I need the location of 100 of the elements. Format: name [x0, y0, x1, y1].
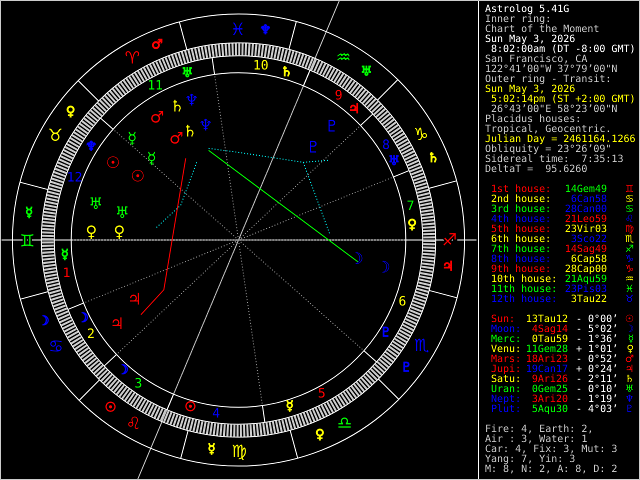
house-number: 6: [398, 294, 406, 310]
planet-glyph: ♃: [110, 314, 124, 333]
zodiac-sign-glyph: ♑: [625, 265, 634, 275]
planet-position: 4Sag14: [530, 325, 568, 335]
zodiac-sign-glyph: ♊: [625, 185, 634, 195]
info-line: Chart of the Moment: [485, 25, 600, 35]
planet-position: 18Ari23: [524, 355, 568, 365]
house-label: 10th house:: [491, 275, 558, 285]
house-cusp: 3Sco22: [570, 235, 607, 245]
planet-glyph: ♆: [198, 116, 213, 135]
planet-latitude: - 1°36’: [576, 335, 620, 345]
zodiac-sign-glyph: ♏: [625, 235, 634, 245]
planet-name: Satu:: [491, 375, 522, 385]
planet-glyph: ☉: [130, 166, 145, 186]
ruler-glyph: ♅: [388, 154, 400, 169]
house-number: 4: [212, 406, 220, 422]
planet-glyph: ♇: [324, 116, 340, 136]
planet-glyph: ☽: [625, 325, 634, 335]
planet-glyph: ♅: [115, 202, 130, 222]
planet-position: 5Aqu30: [530, 405, 568, 415]
ruler-glyph: ☿: [208, 442, 216, 457]
summary-line: Car: 4, Fix: 3, Mut: 3: [485, 445, 618, 455]
zodiac-sign-glyph: ♓: [625, 285, 634, 295]
planet-name: Uran:: [491, 385, 522, 395]
info-line: Astrolog 5.41G: [485, 5, 570, 15]
planet-glyph: ♃: [127, 290, 142, 308]
planet-name: Jupi:: [491, 365, 522, 375]
planet-name: Mars:: [491, 355, 522, 365]
house-cusp: 6Can58: [570, 195, 607, 205]
planet-glyph: ☿: [146, 148, 157, 168]
ruler-glyph: ♄: [428, 151, 440, 166]
planet-glyph: ♇: [306, 137, 320, 156]
house-label: 3rd house:: [491, 205, 552, 215]
planet-latitude: - 1°19’: [576, 395, 620, 405]
planet-name: Merc:: [491, 335, 522, 345]
planet-name: Moon:: [491, 325, 522, 335]
zodiac-sign-glyph: ♒: [336, 46, 352, 67]
house-number: 11: [147, 78, 163, 94]
planet-glyph: ☽: [349, 249, 364, 268]
info-line: 122°41’00"W 37°79’00"N: [485, 65, 618, 75]
planet-glyph: ♆: [184, 90, 199, 110]
zodiac-sign-glyph: ♒: [625, 275, 634, 285]
planet-glyph: ♀: [113, 222, 126, 242]
ruler-glyph: ♀: [407, 218, 417, 233]
house-label: 5th house:: [491, 225, 552, 235]
house-cusp: 6Cap58: [570, 255, 607, 265]
summary-line: Air : 3, Water: 1: [485, 435, 588, 445]
house-label: 4th house:: [491, 215, 552, 225]
ruler-glyph: ☿: [25, 206, 34, 221]
ruler-glyph: ♀: [315, 427, 325, 442]
ruler-glyph: ♆: [260, 23, 272, 38]
zodiac-sign-glyph: ♑: [413, 124, 429, 144]
house-cusp: 28Cap00: [564, 265, 607, 275]
planet-name: Sun:: [491, 315, 516, 325]
zodiac-sign-glyph: ♍: [232, 441, 247, 462]
planet-glyph: ♇: [625, 405, 634, 415]
planet-position: 0Tau59: [532, 335, 568, 345]
info-line: 26°43’00"E 58°23’00"N: [491, 105, 618, 115]
ruler-glyph: ♆: [85, 139, 98, 154]
planet-glyph: ♂: [625, 355, 634, 365]
zodiac-sign-glyph: ♌: [126, 413, 142, 434]
house-cusp: 23Vir03: [564, 225, 607, 235]
planet-glyph: ☽: [376, 258, 391, 277]
house-cusp: 23Pis03: [564, 285, 607, 295]
house-number: 3: [134, 376, 142, 392]
planet-position: 13Tau12: [524, 315, 568, 325]
planet-latitude: - 0°10’: [576, 385, 620, 395]
ruler-glyph: ♇: [400, 360, 412, 376]
house-cusp: 3Tau22: [570, 295, 607, 305]
house-number: 8: [382, 138, 390, 153]
summary-line: Yang: 7, Yin: 3: [485, 455, 576, 465]
planet-glyph: ♂: [169, 128, 184, 148]
info-line: Tropical, Geocentric.: [485, 125, 612, 135]
planet-latitude: - 4°03’: [576, 405, 620, 415]
planet-name: Venu:: [491, 345, 522, 355]
planet-position: 9Ari26: [530, 375, 568, 385]
planet-glyph: ♄: [182, 121, 198, 140]
house-cusp: 21Leo59: [564, 215, 607, 225]
ruler-glyph: ☽: [117, 362, 129, 378]
planet-latitude: - 0°52’: [576, 355, 620, 365]
house-number: 5: [318, 386, 326, 402]
planet-position: 19Can17: [524, 365, 568, 375]
planet-glyph: ☿: [127, 128, 138, 148]
info-line: Outer ring - Transit:: [485, 75, 612, 85]
info-line: Inner ring:: [485, 15, 552, 25]
zodiac-sign-glyph: ♎: [337, 412, 352, 432]
zodiac-sign-glyph: ♉: [48, 125, 63, 146]
planet-position: 11Gem28: [524, 345, 568, 355]
planet-latitude: - 2°11’: [576, 375, 620, 385]
zodiac-sign-glyph: ♋: [48, 336, 64, 356]
ruler-glyph: ☿: [286, 399, 294, 414]
ruler-glyph: ♅: [360, 64, 372, 80]
planet-position: 0Gem25: [530, 385, 568, 395]
zodiac-sign-glyph: ♌: [625, 215, 634, 225]
info-line: Sun May 3, 2026: [485, 85, 576, 95]
ruler-glyph: ♄: [280, 64, 292, 80]
info-line: DeltaT = 95.6260: [485, 165, 588, 175]
house-cusp: 28Can00: [564, 205, 607, 215]
planet-glyph: ♆: [625, 395, 634, 405]
house-label: 1st house:: [491, 185, 552, 195]
